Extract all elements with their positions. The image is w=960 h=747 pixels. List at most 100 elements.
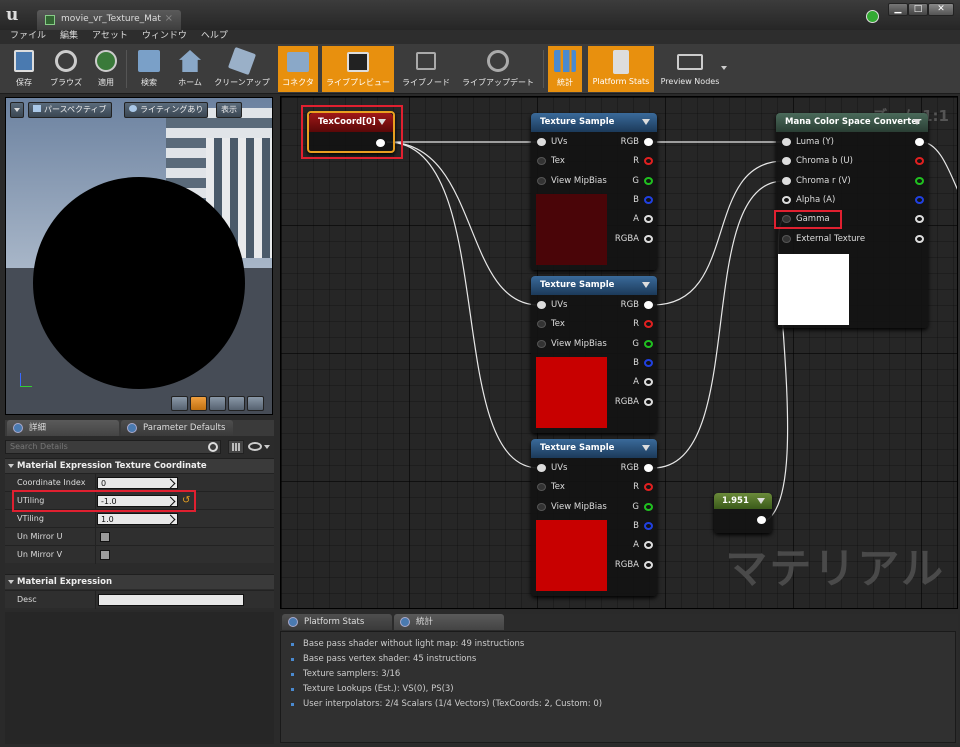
preview-cylinder-button[interactable] — [171, 396, 188, 411]
mana-r-output-pin[interactable] — [915, 157, 924, 165]
document-tab[interactable]: movie_vr_Texture_Mat × — [37, 10, 181, 30]
external-texture-input-pin[interactable]: External Texture — [776, 233, 865, 245]
chevron-down-icon[interactable] — [721, 66, 727, 70]
mana-b-output-pin[interactable] — [915, 196, 924, 204]
g-output-pin[interactable]: G — [632, 338, 657, 350]
menu-edit[interactable]: 編集 — [60, 30, 78, 43]
un-mirror-u-checkbox[interactable] — [100, 532, 110, 542]
menu-window[interactable]: ウィンドウ — [142, 30, 187, 43]
chroma-b-input-pin[interactable]: Chroma b (U) — [776, 155, 853, 167]
tex-input-pin[interactable]: Tex — [531, 481, 565, 493]
rgba-output-pin[interactable]: RGBA — [615, 559, 657, 571]
tab-stats[interactable]: 統計 — [394, 614, 504, 630]
texture-sample-node-1[interactable]: Texture Sample UVs Tex View MipBias RGB … — [531, 113, 657, 270]
eye-icon[interactable] — [248, 442, 262, 451]
alpha-input-pin[interactable]: Alpha (A) — [776, 194, 835, 206]
r-output-pin[interactable]: R — [633, 481, 657, 493]
menu-file[interactable]: ファイル — [10, 30, 46, 43]
preview-sphere-button[interactable] — [190, 396, 207, 411]
rgba-output-pin[interactable]: RGBA — [615, 396, 657, 408]
view-mipbias-input-pin[interactable]: View MipBias — [531, 501, 607, 513]
view-mipbias-input-pin[interactable]: View MipBias — [531, 338, 607, 350]
section-material-expression[interactable]: Material Expression — [5, 574, 274, 589]
live-nodes-button[interactable]: ライブノード — [398, 46, 454, 92]
b-output-pin[interactable]: B — [633, 357, 657, 369]
r-output-pin[interactable]: R — [633, 155, 657, 167]
rgb-output-pin[interactable]: RGB — [621, 462, 657, 474]
home-button[interactable]: ホーム — [172, 46, 208, 92]
close-window-button[interactable]: ✕ — [928, 3, 954, 16]
mana-rgb-output-pin[interactable] — [915, 138, 924, 146]
g-output-pin[interactable]: G — [632, 501, 657, 513]
preview-nodes-button[interactable]: Preview Nodes — [658, 46, 722, 92]
uvs-input-pin[interactable]: UVs — [531, 299, 567, 311]
search-details-input[interactable]: Search Details — [5, 440, 221, 454]
lighting-button[interactable]: ライティングあり — [124, 102, 209, 118]
a-output-pin[interactable]: A — [633, 213, 657, 225]
preview-cube-button[interactable] — [228, 396, 245, 411]
material-graph-canvas[interactable]: ズーム 1:1 マテリアル TexCoord[0] Texture Sample… — [280, 96, 958, 609]
tab-details[interactable]: 詳細 — [7, 420, 119, 436]
luma-input-pin[interactable]: Luma (Y) — [776, 136, 834, 148]
collapse-arrow-icon[interactable] — [642, 445, 650, 451]
material-preview-viewport[interactable]: パースペクティブ ライティングあり 表示 — [5, 97, 273, 415]
preview-mesh-button[interactable] — [247, 396, 264, 411]
desc-input[interactable] — [98, 594, 244, 606]
collapse-arrow-icon[interactable] — [642, 119, 650, 125]
r-output-pin[interactable]: R — [633, 318, 657, 330]
mana-rgba-output-pin[interactable] — [915, 235, 924, 243]
browse-button[interactable]: ブラウズ — [46, 46, 86, 92]
rgba-output-pin[interactable]: RGBA — [615, 233, 657, 245]
mana-a-output-pin[interactable] — [915, 215, 924, 223]
collapse-arrow-icon[interactable] — [913, 119, 921, 125]
save-button[interactable]: 保存 — [6, 46, 42, 92]
menu-asset[interactable]: アセット — [92, 30, 128, 43]
platform-stats-button[interactable]: Platform Stats — [588, 46, 654, 92]
source-control-icon[interactable] — [866, 10, 879, 23]
minimize-button[interactable]: ▁ — [888, 3, 908, 16]
rgb-output-pin[interactable]: RGB — [621, 136, 657, 148]
rgb-output-pin[interactable]: RGB — [621, 299, 657, 311]
live-update-button[interactable]: ライブアップデート — [458, 46, 538, 92]
un-mirror-v-checkbox[interactable] — [100, 550, 110, 560]
viewport-options-button[interactable] — [10, 102, 24, 118]
chevron-down-icon[interactable] — [264, 445, 270, 449]
vtiling-input[interactable]: 1.0 — [97, 513, 178, 525]
texture-sample-node-3[interactable]: Texture Sample UVs Tex View MipBias RGB … — [531, 439, 657, 596]
a-output-pin[interactable]: A — [633, 376, 657, 388]
constant-node[interactable]: 1.951 — [714, 493, 772, 533]
preview-plane-button[interactable] — [209, 396, 226, 411]
coordinate-index-input[interactable]: 0 — [97, 477, 178, 489]
live-preview-button[interactable]: ライブプレビュー — [322, 46, 394, 92]
uvs-input-pin[interactable]: UVs — [531, 462, 567, 474]
connectors-button[interactable]: コネクタ — [278, 46, 318, 92]
show-button[interactable]: 表示 — [216, 102, 242, 118]
g-output-pin[interactable]: G — [632, 175, 657, 187]
menu-help[interactable]: ヘルプ — [201, 30, 228, 43]
property-matrix-button[interactable] — [228, 440, 244, 454]
b-output-pin[interactable]: B — [633, 194, 657, 206]
maximize-button[interactable]: □ — [908, 3, 928, 16]
mana-g-output-pin[interactable] — [915, 177, 924, 185]
cleanup-button[interactable]: クリーンアップ — [212, 46, 272, 92]
tex-input-pin[interactable]: Tex — [531, 318, 565, 330]
search-button[interactable]: 検索 — [132, 46, 166, 92]
constant-output-pin[interactable] — [757, 516, 766, 524]
tex-input-pin[interactable]: Tex — [531, 155, 565, 167]
texture-sample-node-2[interactable]: Texture Sample UVs Tex View MipBias RGB … — [531, 276, 657, 433]
perspective-button[interactable]: パースペクティブ — [28, 102, 112, 118]
stats-button[interactable]: 統計 — [548, 46, 582, 92]
unreal-logo-icon[interactable]: u — [6, 5, 26, 25]
collapse-arrow-icon[interactable] — [642, 282, 650, 288]
view-mipbias-input-pin[interactable]: View MipBias — [531, 175, 607, 187]
a-output-pin[interactable]: A — [633, 539, 657, 551]
tab-platform-stats[interactable]: Platform Stats — [282, 614, 392, 630]
tab-parameter-defaults[interactable]: Parameter Defaults — [121, 420, 233, 436]
tab-close-icon[interactable]: × — [165, 13, 173, 24]
b-output-pin[interactable]: B — [633, 520, 657, 532]
chroma-r-input-pin[interactable]: Chroma r (V) — [776, 175, 851, 187]
uvs-input-pin[interactable]: UVs — [531, 136, 567, 148]
section-texture-coordinate[interactable]: Material Expression Texture Coordinate — [5, 458, 274, 473]
apply-button[interactable]: 適用 — [90, 46, 122, 92]
collapse-arrow-icon[interactable] — [757, 498, 765, 504]
